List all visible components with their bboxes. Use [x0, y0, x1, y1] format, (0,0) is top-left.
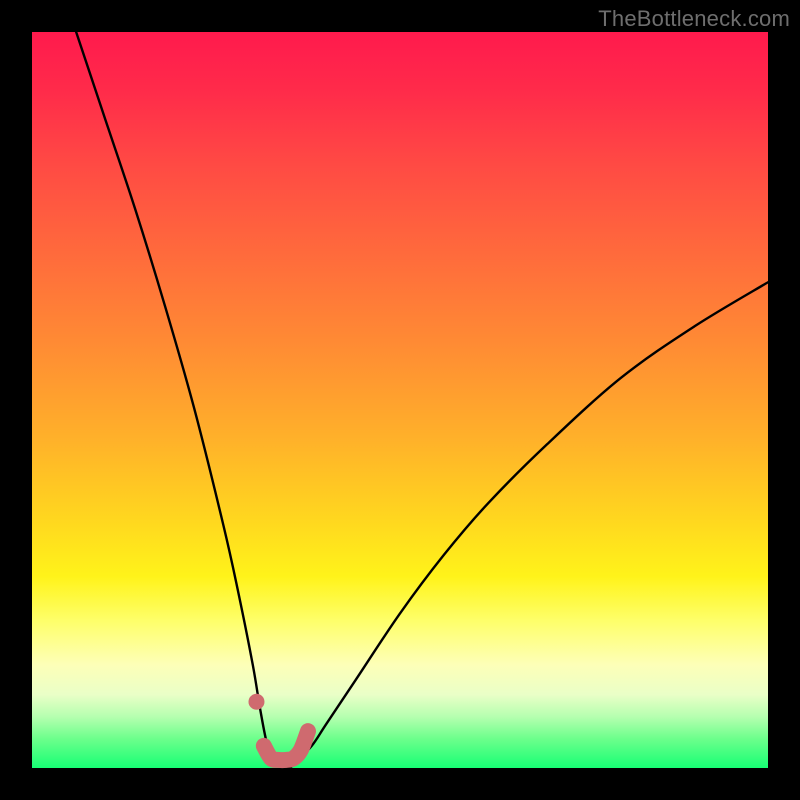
optimal-band-marker-group — [249, 694, 308, 760]
marker-dot — [249, 694, 264, 709]
chart-frame: TheBottleneck.com — [0, 0, 800, 800]
curve-layer — [32, 32, 768, 768]
marker-u-path — [264, 731, 308, 760]
watermark-text: TheBottleneck.com — [598, 6, 790, 32]
bottleneck-curve-path — [76, 32, 768, 769]
plot-area — [32, 32, 768, 768]
